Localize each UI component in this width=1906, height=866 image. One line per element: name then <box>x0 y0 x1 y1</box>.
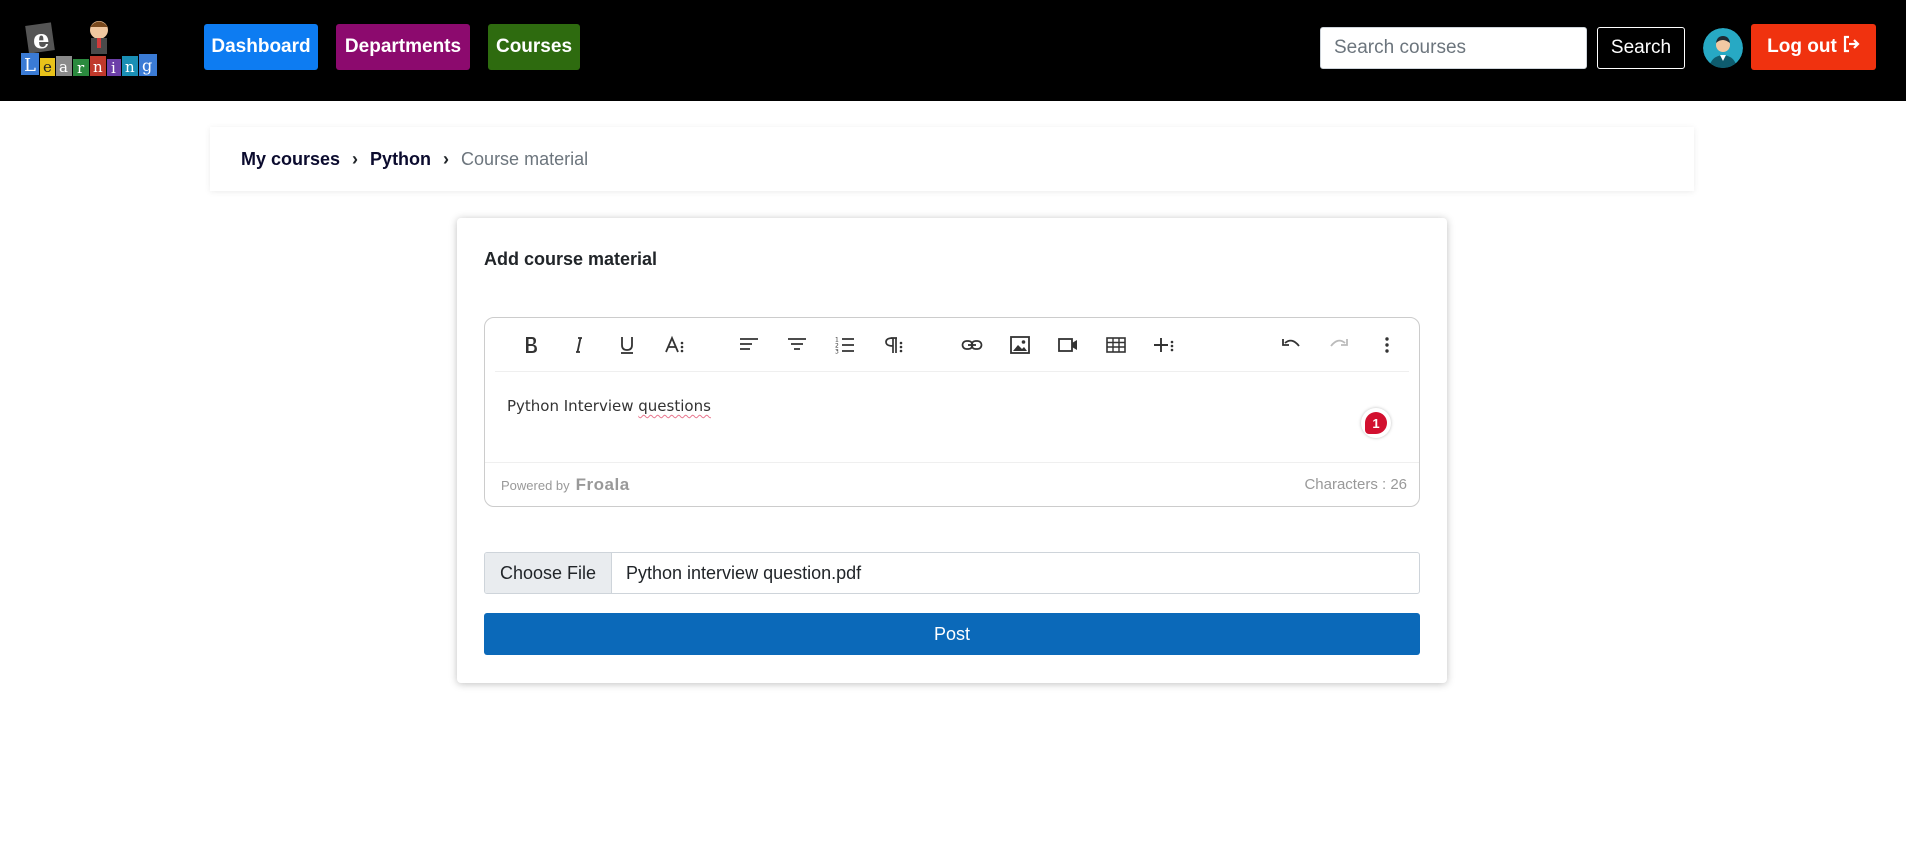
top-navbar: e L e a r n i n g Dashboard Departments … <box>0 0 1906 101</box>
svg-text:e: e <box>33 25 50 55</box>
elearning-logo[interactable]: e L e a r n i n g <box>21 18 176 80</box>
nav-courses-button[interactable]: Courses <box>488 24 580 70</box>
card-title: Add course material <box>484 249 658 269</box>
svg-text:i: i <box>111 59 116 77</box>
breadcrumb: My courses › Python › Course material <box>210 127 1694 191</box>
align-center-icon[interactable] <box>780 330 814 360</box>
video-icon[interactable] <box>1051 330 1085 360</box>
character-count: Characters : 26 <box>1304 476 1407 493</box>
svg-text:e: e <box>43 58 52 76</box>
editor-content[interactable]: Python Interview questions <box>507 397 711 415</box>
undo-icon[interactable] <box>1274 330 1308 360</box>
powered-by-label: Powered by <box>501 478 570 493</box>
grammar-issue-count: 1 <box>1365 412 1387 434</box>
choose-file-button[interactable]: Choose File <box>485 553 612 593</box>
editor-footer: Powered by Froala Characters : 26 <box>485 462 1419 506</box>
search-input[interactable] <box>1320 27 1587 69</box>
nav-dashboard-button[interactable]: Dashboard <box>204 24 318 70</box>
add-material-card: Add course material 1 2 3 Python Intervi… <box>457 218 1447 683</box>
search-button[interactable]: Search <box>1597 27 1685 69</box>
breadcrumb-python[interactable]: Python <box>370 149 431 170</box>
align-left-icon[interactable] <box>732 330 766 360</box>
redo-icon[interactable] <box>1322 330 1356 360</box>
misspelled-word[interactable]: questions <box>638 397 711 415</box>
grammar-check-badge[interactable]: 1 <box>1361 408 1391 438</box>
selected-file-name: Python interview question.pdf <box>626 562 862 583</box>
svg-text:3: 3 <box>835 349 839 356</box>
svg-text:r: r <box>77 59 85 77</box>
paragraph-format-icon[interactable] <box>876 330 910 360</box>
more-options-icon[interactable] <box>1370 330 1404 360</box>
user-avatar[interactable] <box>1703 28 1743 68</box>
svg-text:n: n <box>93 58 103 76</box>
ordered-list-icon[interactable]: 123 <box>828 330 862 360</box>
sign-out-icon <box>1842 35 1860 59</box>
breadcrumb-my-courses[interactable]: My courses <box>241 149 340 170</box>
svg-text:n: n <box>125 58 135 76</box>
file-input[interactable]: Choose File Python interview question.pd… <box>484 552 1420 594</box>
table-icon[interactable] <box>1099 330 1133 360</box>
italic-icon[interactable] <box>562 330 596 360</box>
link-icon[interactable] <box>955 330 989 360</box>
bold-icon[interactable] <box>514 330 548 360</box>
editor-text: Python Interview <box>507 397 639 415</box>
breadcrumb-separator-icon: › <box>443 148 450 169</box>
underline-icon[interactable] <box>610 330 644 360</box>
rich-text-editor[interactable]: 123 Python Interview questions 1 Powered… <box>484 317 1420 507</box>
breadcrumb-separator-icon: › <box>352 148 359 169</box>
svg-text:a: a <box>59 58 68 76</box>
logout-button[interactable]: Log out <box>1751 24 1876 70</box>
logout-label: Log out <box>1767 36 1837 57</box>
froala-logo: Froala <box>575 475 630 494</box>
editor-toolbar: 123 <box>495 318 1409 372</box>
powered-by[interactable]: Powered by Froala <box>501 475 630 495</box>
font-size-icon[interactable] <box>658 330 692 360</box>
svg-text:L: L <box>24 55 36 76</box>
post-button[interactable]: Post <box>484 613 1420 655</box>
nav-departments-button[interactable]: Departments <box>336 24 470 70</box>
breadcrumb-current: Course material <box>461 148 589 169</box>
image-icon[interactable] <box>1003 330 1037 360</box>
insert-more-icon[interactable] <box>1147 330 1181 360</box>
svg-text:g: g <box>142 56 152 75</box>
